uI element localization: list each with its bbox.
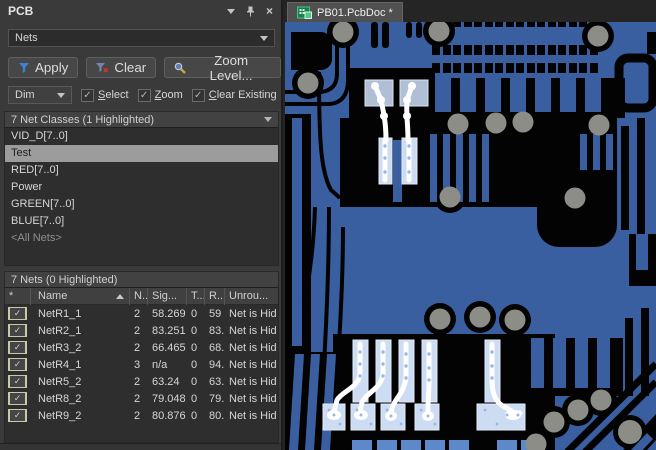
chevron-down-icon [264, 117, 272, 122]
pin-icon[interactable] [246, 6, 255, 17]
net-class-item[interactable]: GREEN[7..0] [5, 196, 278, 213]
select-checkbox-label: Select [98, 89, 129, 101]
net-visible-checkbox[interactable]: ✓ [8, 392, 27, 405]
col-header-name[interactable]: Name [31, 288, 130, 305]
table-row[interactable]: ✓ NetR2_1 2 83.251 0 83. Net is Hid [5, 322, 278, 339]
zoom-checkbox-label: Zoom [154, 89, 183, 101]
net-class-item[interactable]: RED[7..0] [5, 162, 278, 179]
panel-bottom-strip [0, 443, 281, 450]
tab-label: PB01.PcbDoc * [317, 6, 393, 19]
options-row: Dim ✓ Select ✓ Zoom ✓ Clear Existing [8, 86, 283, 104]
net-visible-checkbox[interactable]: ✓ [8, 307, 27, 320]
close-icon[interactable]: × [266, 5, 273, 17]
document-tabbar: PB01.PcbDoc * [283, 0, 656, 22]
net-class-item[interactable]: Power [5, 179, 278, 196]
panel-menu-chevron-icon[interactable] [226, 8, 235, 14]
zoom-level-button[interactable]: Zoom Level... [164, 53, 281, 83]
pcb-editor: PB01.PcbDoc * [283, 0, 656, 450]
col-header-nodes[interactable]: N.. [130, 288, 148, 305]
funnel-clear-icon [96, 62, 109, 73]
net-visible-checkbox[interactable]: ✓ [8, 341, 27, 354]
net-classes-header[interactable]: 7 Net Classes (1 Highlighted) [4, 111, 279, 128]
col-header-check[interactable]: * [5, 288, 31, 305]
chevron-down-icon [260, 35, 268, 41]
funnel-icon [19, 62, 29, 73]
net-class-item[interactable]: VID_D[7..0] [5, 128, 278, 145]
pcb-doc-icon [297, 6, 312, 19]
magnifier-icon [174, 62, 187, 74]
zoom-checkbox[interactable]: ✓ [137, 88, 151, 102]
net-visible-checkbox[interactable]: ✓ [8, 409, 27, 422]
col-header-unrouted[interactable]: Unrou... [225, 288, 278, 305]
browse-type-value: Nets [15, 32, 38, 44]
table-row[interactable]: ✓ NetR4_1 3 n/a 0 94. Net is Hid [5, 356, 278, 373]
nets-header[interactable]: 7 Nets (0 Highlighted) [4, 271, 279, 288]
clear-existing-checkbox[interactable]: ✓ [191, 88, 205, 102]
mask-mode-value: Dim [15, 89, 35, 101]
pcb-panel: PCB × Nets Apply Clear Zoom Level... Dim… [0, 0, 283, 450]
net-class-item-all-nets[interactable]: <All Nets> [5, 230, 278, 247]
select-checkbox[interactable]: ✓ [81, 88, 94, 102]
nets-table: * Name N.. Sig... T... R... Unrou... ✓ N… [4, 288, 279, 443]
net-classes-list: VID_D[7..0] Test RED[7..0] Power GREEN[7… [4, 128, 279, 266]
table-row[interactable]: ✓ NetR9_2 2 80.876 0 80. Net is Hid [5, 407, 278, 424]
mask-mode-select[interactable]: Dim [8, 86, 72, 104]
net-visible-checkbox[interactable]: ✓ [8, 358, 27, 371]
table-row[interactable]: ✓ NetR5_2 2 63.24 0 63. Net is Hid [5, 373, 278, 390]
col-header-t[interactable]: T... [187, 288, 205, 305]
pcb-canvas[interactable] [285, 15, 656, 450]
sort-ascending-icon [116, 294, 124, 299]
chevron-down-icon [57, 92, 65, 98]
clear-existing-checkbox-label: Clear Existing [208, 89, 277, 101]
table-row[interactable]: ✓ NetR8_2 2 79.048 0 79. Net is Hid [5, 390, 278, 407]
col-header-signal[interactable]: Sig... [148, 288, 187, 305]
tab-pb01-pcbdoc[interactable]: PB01.PcbDoc * [287, 2, 403, 22]
clear-button[interactable]: Clear [86, 57, 157, 78]
nets-table-header-row: * Name N.. Sig... T... R... Unrou... [5, 288, 278, 305]
col-header-routed[interactable]: R... [205, 288, 225, 305]
panel-toolbar: Apply Clear Zoom Level... [8, 53, 281, 83]
apply-button[interactable]: Apply [8, 57, 79, 78]
table-row[interactable]: ✓ NetR1_1 2 58.269 0 59 Net is Hid [5, 305, 278, 322]
net-visible-checkbox[interactable]: ✓ [8, 324, 27, 337]
browse-type-select[interactable]: Nets [8, 29, 275, 47]
panel-title: PCB [8, 4, 34, 18]
table-row[interactable]: ✓ NetR3_2 2 66.465 0 68. Net is Hid [5, 339, 278, 356]
net-class-item[interactable]: BLUE[7..0] [5, 213, 278, 230]
net-visible-checkbox[interactable]: ✓ [8, 375, 27, 388]
net-class-item-selected[interactable]: Test [5, 145, 278, 162]
